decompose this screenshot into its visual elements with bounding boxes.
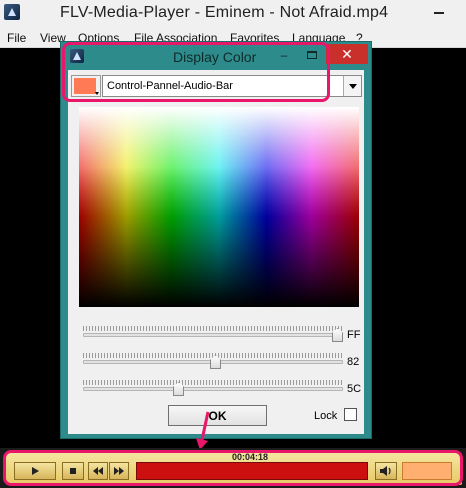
rewind-button[interactable] (88, 462, 108, 480)
blue-value: 5C (347, 383, 362, 395)
minimize-icon (434, 12, 444, 14)
dialog-titlebar[interactable]: Display Color – ✕ (61, 42, 371, 70)
stop-button[interactable] (62, 462, 84, 480)
color-spectrum-picker[interactable] (79, 107, 359, 307)
swatch-dropdown-arrow-icon (95, 92, 99, 95)
maximize-icon (307, 51, 317, 59)
element-select[interactable]: Control-Pannel-Audio-Bar (102, 75, 362, 97)
dialog-body: Control-Pannel-Audio-Bar FF 82 5C OK Loc… (68, 70, 364, 434)
speaker-icon (380, 466, 391, 476)
dialog-maximize-button[interactable] (305, 48, 319, 62)
stop-icon (70, 468, 76, 474)
slider-track (83, 387, 343, 391)
display-color-dialog: Display Color – ✕ Control-Pannel-Audio-B… (60, 41, 372, 439)
dialog-minimize-button[interactable]: – (276, 48, 292, 62)
app-logo-icon (4, 4, 20, 20)
slider-track (83, 333, 343, 337)
dialog-app-icon (70, 49, 84, 63)
ok-button[interactable]: OK (168, 405, 267, 426)
audio-bar[interactable] (402, 462, 452, 480)
element-select-value: Control-Pannel-Audio-Bar (107, 80, 233, 92)
chevron-down-icon[interactable] (343, 76, 361, 96)
minimize-button[interactable] (424, 2, 454, 24)
forward-button[interactable] (109, 462, 129, 480)
window-titlebar: FLV-Media-Player - Eminem - Not Afraid.m… (0, 0, 466, 28)
dialog-close-button[interactable]: ✕ (326, 44, 368, 64)
red-slider[interactable] (83, 325, 343, 345)
lock-label: Lock (314, 410, 338, 422)
window-title: FLV-Media-Player - Eminem - Not Afraid.m… (60, 4, 389, 21)
mute-button[interactable] (375, 462, 397, 480)
green-slider[interactable] (83, 352, 343, 372)
progress-bar[interactable] (136, 462, 368, 480)
play-icon (32, 467, 39, 475)
elapsed-time: 00:04:18 (232, 452, 269, 462)
dialog-title: Display Color (173, 49, 257, 65)
fast-forward-icon (114, 467, 124, 475)
slider-ticks (83, 380, 343, 385)
lock-checkbox[interactable] (344, 408, 357, 421)
blue-slider[interactable] (83, 379, 343, 399)
menu-file[interactable]: File (7, 31, 26, 45)
play-button[interactable] (14, 462, 56, 480)
current-color-swatch (74, 78, 96, 94)
rewind-icon (93, 467, 103, 475)
color-swatch-button[interactable] (71, 75, 101, 97)
slider-ticks (83, 326, 343, 331)
green-value: 82 (347, 356, 360, 368)
red-value: FF (347, 329, 361, 341)
